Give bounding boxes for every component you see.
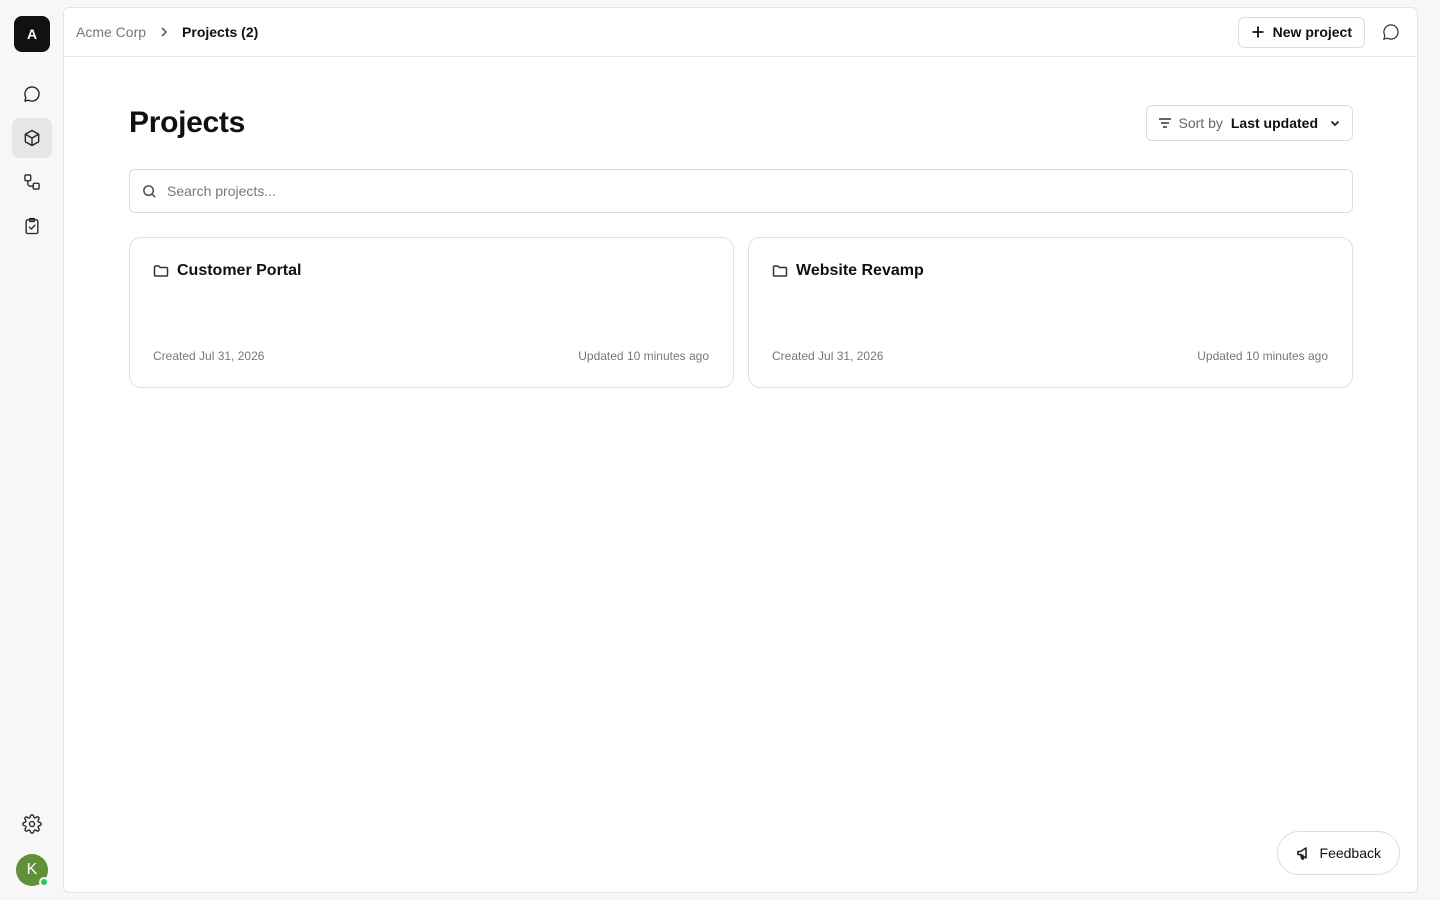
project-grid: Customer Portal Created Jul 31, 2026 Upd… (129, 237, 1353, 388)
feedback-label: Feedback (1319, 845, 1381, 861)
gear-icon (22, 814, 42, 834)
megaphone-icon (1296, 847, 1307, 860)
sidebar-bottom: K (0, 804, 64, 887)
sidebar-item-projects[interactable] (12, 118, 52, 158)
sort-prefix: Sort by (1178, 115, 1223, 131)
main-panel: Acme Corp Projects (2) New project Proje… (63, 7, 1418, 893)
cube-icon (24, 129, 40, 147)
sidebar-item-tasks[interactable] (12, 206, 52, 246)
feedback-button[interactable]: Feedback (1276, 831, 1400, 875)
project-name: Customer Portal (177, 262, 302, 279)
sort-dropdown[interactable]: Sort by Last updated (1145, 105, 1353, 141)
folder-icon (772, 265, 788, 277)
sidebar-item-chat[interactable] (12, 74, 52, 114)
project-card[interactable]: Customer Portal Created Jul 31, 2026 Upd… (129, 237, 734, 388)
new-project-button[interactable]: New project (1237, 16, 1365, 48)
project-meta: Created Jul 31, 2026 Updated 10 minutes … (772, 349, 1328, 363)
clipboard-check-icon (25, 217, 39, 235)
assistant-chat-button[interactable] (1377, 18, 1405, 46)
sidebar-item-workflows[interactable] (12, 162, 52, 202)
search-box (129, 169, 1353, 213)
search-icon (143, 184, 156, 198)
chat-bubble-icon (1383, 24, 1399, 40)
project-updated: Updated 10 minutes ago (578, 349, 709, 363)
folder-icon (153, 265, 169, 277)
new-project-label: New project (1272, 24, 1352, 40)
topbar-actions: New project (1237, 16, 1405, 48)
online-status-dot (39, 877, 49, 887)
project-card[interactable]: Website Revamp Created Jul 31, 2026 Upda… (748, 237, 1353, 388)
chevron-down-icon (1330, 120, 1340, 127)
user-initial: K (26, 861, 38, 878)
settings-button[interactable] (12, 804, 52, 844)
sort-value: Last updated (1230, 115, 1318, 131)
filter-lines-icon (1158, 118, 1171, 128)
plus-icon (1252, 26, 1264, 38)
topbar: Acme Corp Projects (2) New project (64, 8, 1417, 57)
project-created: Created Jul 31, 2026 (153, 349, 265, 363)
breadcrumb: Acme Corp Projects (2) (76, 24, 258, 40)
project-meta: Created Jul 31, 2026 Updated 10 minutes … (153, 349, 709, 363)
page-title: Projects (129, 106, 245, 139)
breadcrumb-current: Projects (2) (182, 24, 259, 40)
project-card-header: Website Revamp (772, 262, 1328, 280)
project-created: Created Jul 31, 2026 (772, 349, 884, 363)
project-updated: Updated 10 minutes ago (1197, 349, 1328, 363)
chevron-right-icon (158, 26, 170, 38)
project-name: Website Revamp (796, 262, 924, 279)
sidebar-nav (12, 74, 52, 246)
projects-content: Projects Sort by Last updated Customer P… (64, 105, 1417, 388)
chat-bubble-icon (24, 86, 40, 102)
breadcrumb-root[interactable]: Acme Corp (76, 24, 146, 40)
sidebar: A K (0, 0, 64, 900)
search-input[interactable] (167, 183, 1340, 199)
project-card-header: Customer Portal (153, 262, 709, 280)
header-row: Projects Sort by Last updated (129, 105, 1353, 141)
user-avatar[interactable]: K (16, 854, 49, 887)
org-logo[interactable]: A (14, 16, 50, 52)
workflow-icon (24, 174, 40, 190)
